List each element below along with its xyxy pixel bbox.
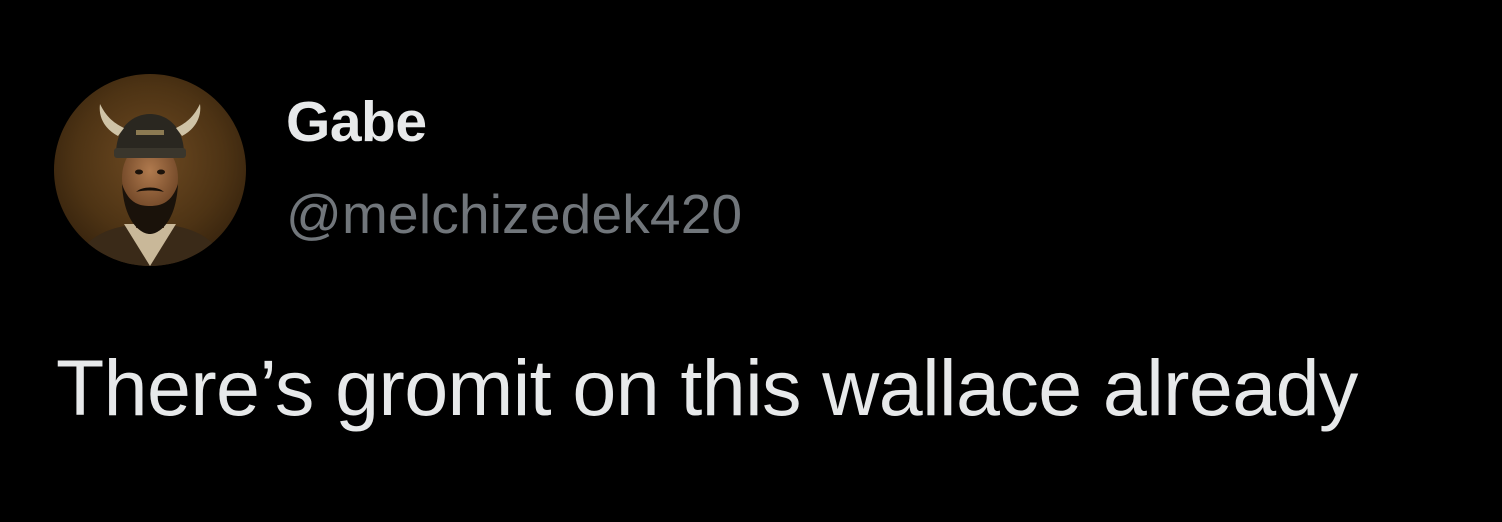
tweet-text: There’s gromit on this wallace already bbox=[56, 343, 1358, 432]
tweet-card: Gabe @melchizedek420 There’s gromit on t… bbox=[0, 0, 1502, 522]
avatar[interactable] bbox=[54, 74, 246, 266]
author-handle[interactable]: @melchizedek420 bbox=[286, 178, 742, 250]
profile-portrait-avatar-icon bbox=[54, 74, 246, 266]
author-display-name[interactable]: Gabe bbox=[286, 84, 427, 160]
